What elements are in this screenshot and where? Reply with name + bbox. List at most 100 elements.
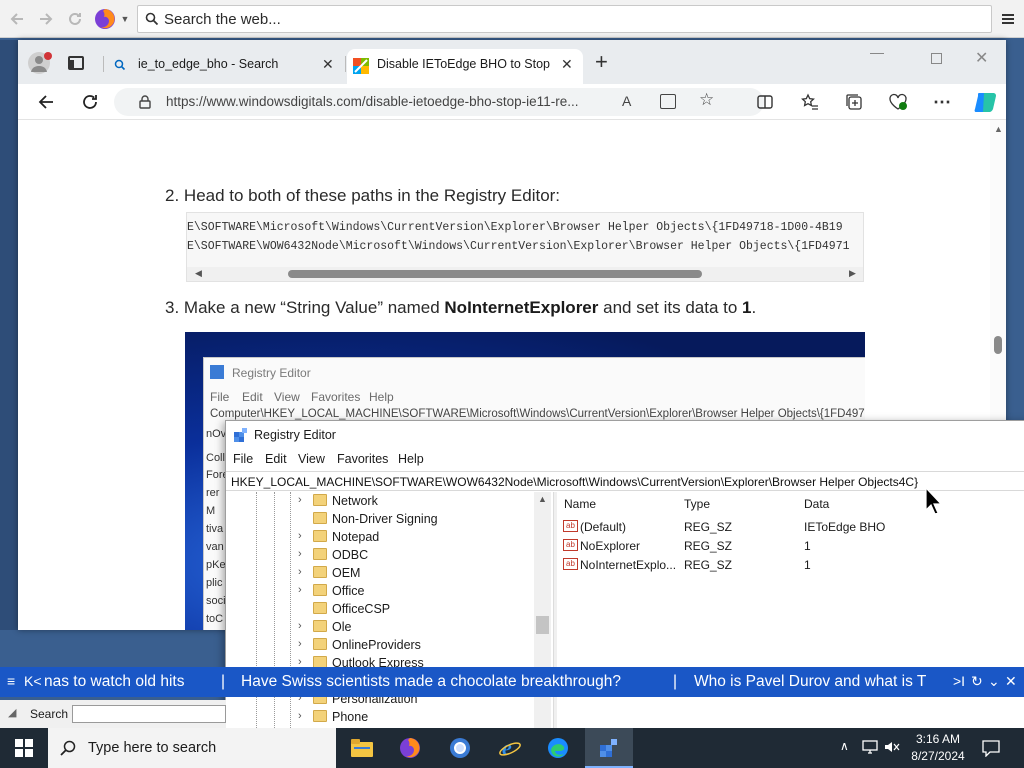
tree-item-ole[interactable]: › Ole (226, 618, 536, 636)
chevron-right-icon[interactable]: › (298, 710, 308, 722)
tree-item-network[interactable]: › Network (226, 492, 536, 510)
taskbar-date[interactable]: 8/27/2024 (905, 749, 971, 763)
firefox-logo-icon[interactable] (93, 9, 117, 29)
chrome-taskbar-icon[interactable] (440, 732, 480, 764)
ticker-close-icon[interactable]: ✕ (1005, 673, 1017, 690)
scroll-up-icon[interactable]: ▲ (994, 124, 1003, 134)
registry-title-bar[interactable]: Registry Editor (226, 421, 1024, 449)
favorite-star-icon[interactable]: ☆ (699, 90, 714, 110)
volume-muted-icon[interactable] (884, 740, 900, 754)
internet-explorer-icon[interactable]: e (490, 732, 530, 764)
file-explorer-icon[interactable] (342, 732, 382, 764)
ticker-headline[interactable]: Have Swiss scientists made a chocolate b… (241, 673, 621, 691)
network-icon[interactable] (862, 740, 878, 754)
windows-taskbar: Type here to search e ∧ 3:16 AM 8/27/202… (0, 728, 1024, 768)
menu-file[interactable]: File (233, 452, 253, 466)
column-header-name[interactable]: Name (564, 497, 596, 511)
chevron-right-icon[interactable]: › (298, 548, 308, 560)
read-aloud-icon[interactable]: A (622, 93, 631, 109)
immersive-reader-icon[interactable] (660, 94, 676, 109)
chevron-right-icon[interactable]: › (298, 638, 308, 650)
tree-item-non-driver-signing[interactable]: Non-Driver Signing (226, 510, 536, 528)
tree-item-notepad[interactable]: › Notepad (226, 528, 536, 546)
forward-icon[interactable] (36, 9, 56, 29)
edge-url-field[interactable]: https://www.windowsdigitals.com/disable-… (114, 88, 764, 116)
ticker-refresh-icon[interactable]: ↻ (971, 673, 983, 690)
refresh-icon[interactable] (79, 91, 101, 113)
tree-item-office[interactable]: › Office (226, 582, 536, 600)
firefox-taskbar-icon[interactable] (390, 732, 430, 764)
hamburger-menu-icon[interactable] (998, 9, 1018, 29)
menu-help[interactable]: Help (398, 452, 424, 466)
more-options-icon[interactable]: ⋯ (931, 91, 953, 113)
ticker-next-icon[interactable]: >I (953, 673, 965, 689)
dropdown-arrow-icon[interactable]: ▼ (119, 9, 131, 29)
column-header-data[interactable]: Data (804, 497, 829, 511)
ticker-collapse-icon[interactable]: ⌄ (988, 673, 1000, 690)
tab-search[interactable]: ie_to_edge_bho - Search ✕ (108, 49, 343, 84)
column-header-type[interactable]: Type (684, 497, 710, 511)
menu-view[interactable]: View (298, 452, 325, 466)
scroll-up-icon[interactable]: ▲ (538, 494, 547, 504)
page-scrollbar-thumb[interactable] (994, 336, 1002, 354)
tab-actions-icon[interactable] (68, 56, 84, 70)
browser-essentials-icon[interactable] (887, 91, 909, 113)
scroll-right-icon[interactable]: ▶ (849, 268, 856, 279)
registry-path-code-block[interactable]: E\SOFTWARE\Microsoft\Windows\CurrentVers… (186, 212, 864, 282)
registry-address-bar[interactable]: HKEY_LOCAL_MACHINE\SOFTWARE\WOW6432Node\… (226, 471, 1024, 491)
notifications-icon[interactable] (982, 739, 1000, 757)
reload-icon[interactable] (65, 9, 85, 29)
tree-item-odbc[interactable]: › ODBC (226, 546, 536, 564)
tree-item-onlineproviders[interactable]: › OnlineProviders (226, 636, 536, 654)
tree-item-officecsp[interactable]: OfficeCSP (226, 600, 536, 618)
value-row[interactable]: ab NoExplorer REG_SZ 1 (557, 536, 1024, 555)
tab-windowsdigitals[interactable]: Disable IEToEdge BHO to Stop IE11 ✕ (347, 49, 583, 84)
chevron-right-icon[interactable]: › (298, 530, 308, 542)
tab-separator (103, 56, 104, 72)
new-tab-icon[interactable]: + (595, 49, 608, 75)
favorites-icon[interactable] (799, 91, 821, 113)
chevron-right-icon[interactable]: › (298, 620, 308, 632)
maximize-icon[interactable] (931, 53, 942, 64)
menu-favorites[interactable]: Favorites (337, 452, 388, 466)
close-tab-icon[interactable]: ✕ (561, 56, 573, 73)
registry-editor-taskbar-button[interactable] (585, 728, 633, 768)
close-tab-icon[interactable]: ✕ (322, 56, 334, 73)
tree-item-oem[interactable]: › OEM (226, 564, 536, 582)
menu-edit[interactable]: Edit (265, 452, 287, 466)
tree-scrollbar-thumb[interactable] (536, 616, 549, 634)
ticker-menu-icon[interactable]: ≡ (7, 673, 15, 689)
show-hidden-icons-icon[interactable]: ∧ (840, 739, 849, 753)
embedded-left-pane: nOv Coll Fore rer M tiva van pKe plic so… (204, 424, 229, 630)
tree-item-phone[interactable]: › Phone (226, 708, 536, 726)
windows-start-icon[interactable] (4, 732, 44, 764)
close-window-icon[interactable]: ✕ (975, 48, 988, 68)
taskbar-search-box[interactable]: Type here to search (48, 728, 336, 768)
value-data: IEToEdge BHO (804, 520, 886, 534)
ticker-headline[interactable]: nas to watch old hits (44, 673, 184, 691)
value-row[interactable]: ab NoInternetExplo... REG_SZ 1 (557, 555, 1024, 574)
back-icon[interactable] (7, 9, 27, 29)
chevron-right-icon[interactable]: › (298, 494, 308, 506)
outer-search-bar[interactable]: Search the web... (137, 5, 992, 33)
chevron-right-icon[interactable]: › (298, 584, 308, 596)
copilot-icon[interactable] (973, 90, 999, 114)
code-scrollbar-thumb[interactable] (288, 270, 702, 278)
chevron-right-icon[interactable]: › (298, 566, 308, 578)
back-icon[interactable] (35, 91, 57, 113)
minimize-icon[interactable] (870, 53, 884, 54)
lock-icon[interactable] (139, 95, 151, 109)
grip-icon[interactable]: ◢ (8, 706, 16, 719)
collections-icon[interactable] (843, 91, 865, 113)
profile-alert-dot (44, 52, 52, 60)
split-screen-icon[interactable] (754, 91, 776, 113)
taskbar-time[interactable]: 3:16 AM (905, 732, 971, 746)
ticker-headline[interactable]: Who is Pavel Durov and what is T (694, 673, 939, 691)
edge-taskbar-icon[interactable] (538, 732, 578, 764)
value-row[interactable]: ab (Default) REG_SZ IEToEdge BHO (557, 517, 1024, 536)
code-horizontal-scrollbar[interactable]: ◀ ▶ (187, 267, 863, 281)
url-text: https://www.windowsdigitals.com/disable-… (166, 94, 579, 109)
ticker-previous-icon[interactable]: K< (24, 673, 42, 689)
scroll-left-icon[interactable]: ◀ (195, 268, 202, 279)
search-input[interactable] (72, 705, 226, 723)
